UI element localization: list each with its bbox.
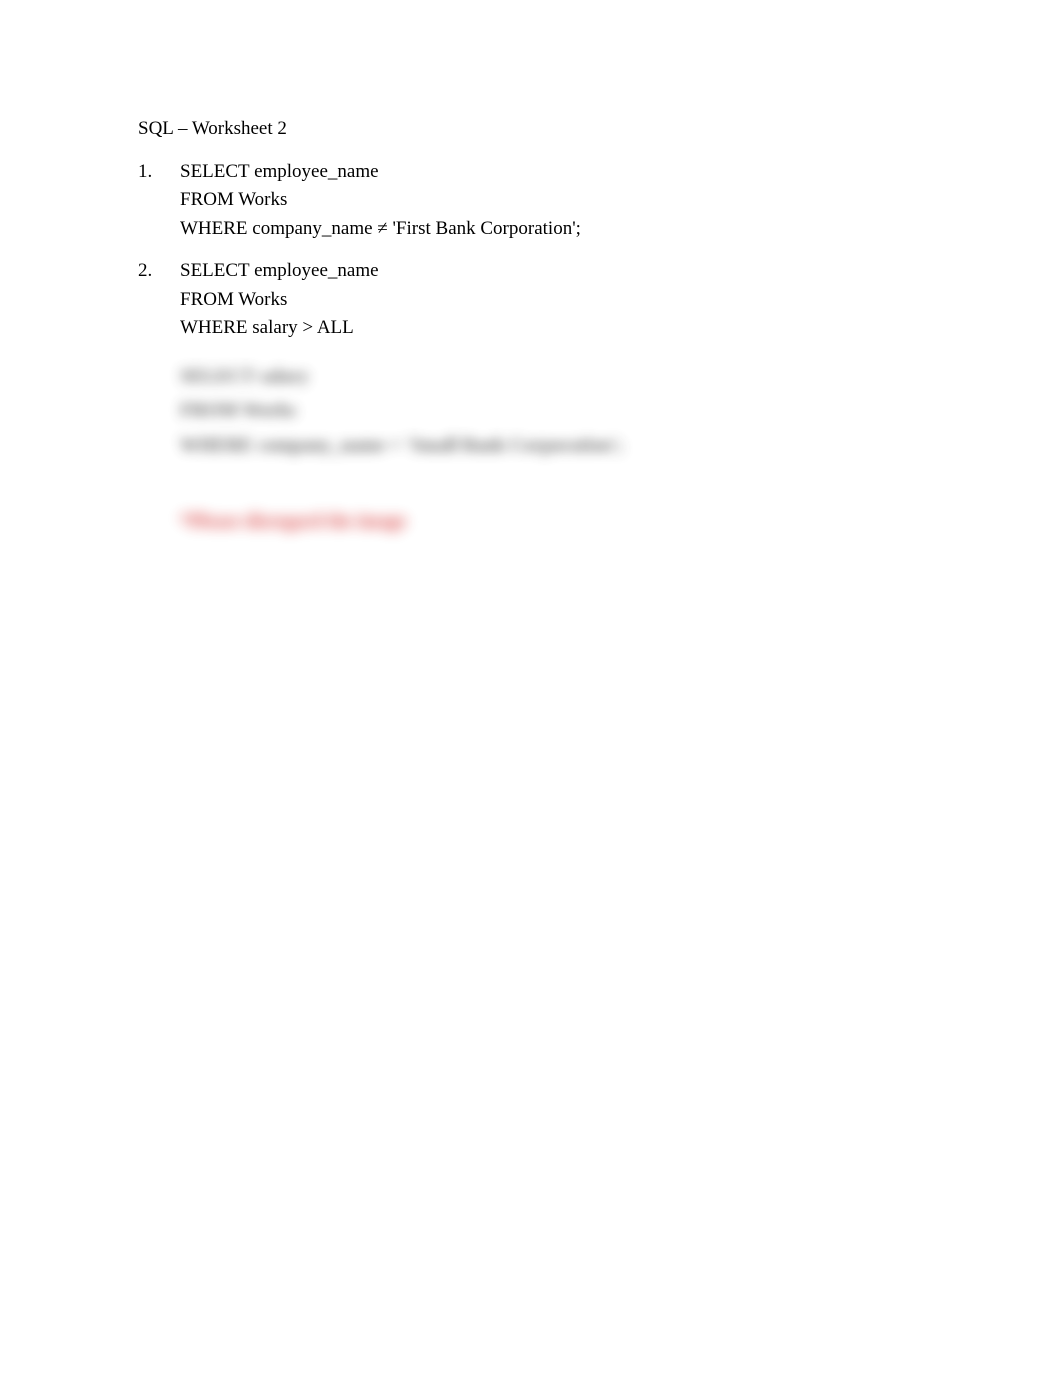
blurred-content: SELECT salary FROM Works WHERE company_n… xyxy=(180,363,962,461)
item-number: 1. xyxy=(138,158,180,244)
list-item: 1. SELECT employee_name FROM Works WHERE… xyxy=(138,158,962,244)
code-line: FROM Works xyxy=(180,286,962,315)
code-line: SELECT employee_name xyxy=(180,257,962,286)
code-line: WHERE company_name ≠ 'First Bank Corpora… xyxy=(180,215,962,244)
blurred-line: SELECT salary xyxy=(180,363,962,392)
code-line: SELECT employee_name xyxy=(180,158,962,187)
code-line: WHERE salary > ALL xyxy=(180,314,962,343)
item-body: SELECT employee_name FROM Works WHERE co… xyxy=(180,158,962,244)
document-title: SQL – Worksheet 2 xyxy=(138,115,962,144)
item-number: 2. xyxy=(138,257,180,343)
blurred-line-red: *Please disregard the image xyxy=(180,508,962,537)
blurred-line: WHERE company_name = 'Small Bank Corpora… xyxy=(180,432,962,461)
code-line: FROM Works xyxy=(180,186,962,215)
list-item: 2. SELECT employee_name FROM Works WHERE… xyxy=(138,257,962,343)
item-body: SELECT employee_name FROM Works WHERE sa… xyxy=(180,257,962,343)
blurred-line: FROM Works xyxy=(180,397,962,426)
blurred-content: *Please disregard the image xyxy=(180,508,962,537)
